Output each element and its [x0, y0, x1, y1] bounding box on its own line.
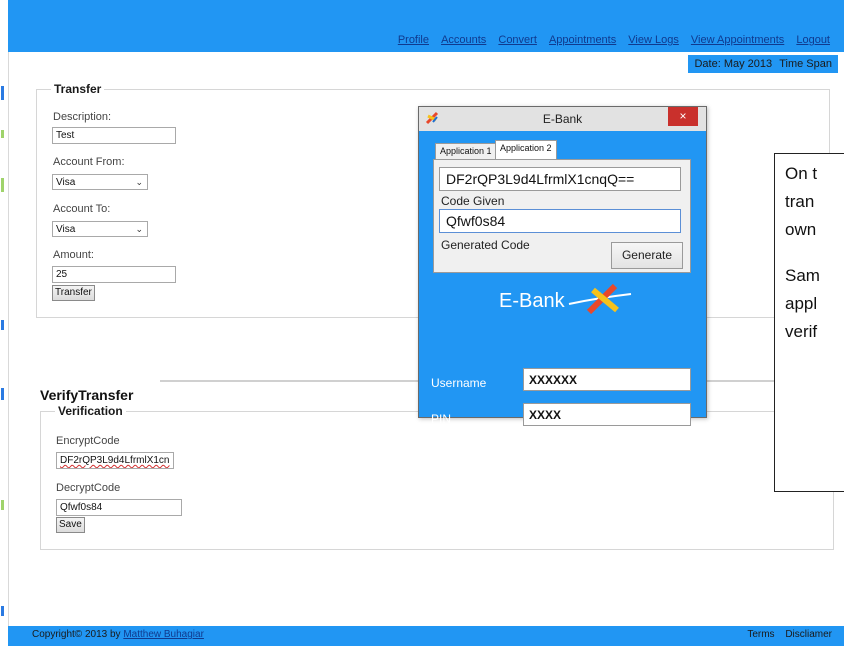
account-to-value: Visa — [56, 224, 76, 235]
application-2-panel: DF2rQP3L9d4LfrmlX1cnqQ== Code Given Qfwf… — [433, 159, 691, 273]
ebank-logo-swoosh-icon — [568, 283, 632, 314]
nav-convert-link[interactable]: Convert — [498, 34, 537, 46]
encrypt-code-label: EncryptCode — [56, 435, 120, 447]
terms-link[interactable]: Terms — [747, 629, 774, 640]
time-span-text: Time Span — [779, 58, 832, 70]
nav-profile-link[interactable]: Profile — [398, 34, 429, 46]
nav-accounts-link[interactable]: Accounts — [441, 34, 486, 46]
footer: Copyright© 2013 by Matthew Buhagiar Term… — [8, 626, 844, 646]
transfer-button[interactable]: Transfer — [52, 285, 95, 301]
username-label: Username — [431, 376, 487, 390]
decrypt-code-label: DecryptCode — [56, 482, 121, 494]
close-icon[interactable]: × — [668, 107, 698, 126]
generated-code-label: Generated Code — [441, 238, 530, 252]
encrypted-code-field[interactable]: DF2rQP3L9d4LfrmlX1cnqQ== — [439, 167, 681, 191]
callout-line: tran — [785, 192, 815, 211]
nav-view-appointments-link[interactable]: View Appointments — [691, 34, 784, 46]
callout-line: own — [785, 220, 817, 239]
account-to-label: Account To: — [53, 203, 111, 215]
annotation-callout: On t tran own Sam appl verif — [774, 153, 844, 492]
amount-input[interactable]: 25 — [52, 266, 176, 283]
chevron-down-icon: ⌄ — [135, 224, 143, 234]
pin-input[interactable]: XXXX — [523, 403, 691, 426]
description-input[interactable]: Test — [52, 127, 176, 144]
main-nav: Profile Accounts Convert Appointments Vi… — [389, 34, 830, 46]
decrypt-code-input[interactable]: Qfwf0s84 — [56, 499, 182, 516]
ebank-logo-text: E-Bank — [499, 290, 565, 312]
author-link[interactable]: Matthew Buhagiar — [123, 629, 204, 640]
ebank-window-title: E-Bank — [542, 112, 583, 126]
verify-transfer-title: VerifyTransfer — [40, 387, 134, 403]
username-input[interactable]: XXXXXX — [523, 368, 691, 391]
date-status-bar: Date: May 2013 Time Span — [688, 55, 838, 73]
amount-label: Amount: — [53, 249, 94, 261]
save-button[interactable]: Save — [56, 517, 85, 533]
nav-view-logs-link[interactable]: View Logs — [628, 34, 679, 46]
callout-line: verif — [785, 322, 818, 341]
tab-application-2[interactable]: Application 2 — [495, 140, 557, 159]
copyright-text: Copyright© 2013 by Matthew Buhagiar — [32, 629, 204, 640]
date-text: Date: May 2013 — [694, 58, 773, 70]
account-from-value: Visa — [56, 177, 76, 188]
callout-line: On t — [785, 164, 818, 183]
ebank-window: E-Bank × Application 1 Application 2 DF2… — [418, 106, 707, 426]
account-from-select[interactable]: Visa ⌄ — [52, 174, 148, 190]
chevron-down-icon: ⌄ — [135, 177, 143, 187]
account-to-select[interactable]: Visa ⌄ — [52, 221, 148, 237]
pin-label: PIN — [431, 412, 452, 426]
transfer-legend: Transfer — [54, 82, 102, 96]
callout-line: Sam — [785, 266, 820, 285]
code-given-label: Code Given — [441, 194, 505, 208]
generate-button[interactable]: Generate — [611, 242, 683, 269]
top-bar: Profile Accounts Convert Appointments Vi… — [8, 0, 844, 52]
verification-legend: Verification — [58, 404, 123, 418]
left-window-edge — [0, 0, 9, 646]
copyright-label: Copyright© 2013 by — [32, 629, 124, 640]
nav-logout-link[interactable]: Logout — [796, 34, 830, 46]
tab-application-1[interactable]: Application 1 — [435, 143, 497, 160]
footer-links: Terms Discliamer — [739, 629, 832, 640]
code-given-input[interactable]: Qfwf0s84 — [439, 209, 681, 233]
disclaimer-link[interactable]: Discliamer — [785, 629, 832, 640]
encrypt-code-input[interactable]: DF2rQP3L9d4LfrmlX1cn — [56, 452, 174, 469]
ebank-titlebar: E-Bank × — [419, 107, 706, 131]
account-from-label: Account From: — [53, 156, 125, 168]
description-label: Description: — [53, 111, 112, 123]
callout-line: appl — [785, 294, 818, 313]
ebank-logo: E-Bank — [499, 283, 632, 314]
nav-appointments-link[interactable]: Appointments — [549, 34, 616, 46]
